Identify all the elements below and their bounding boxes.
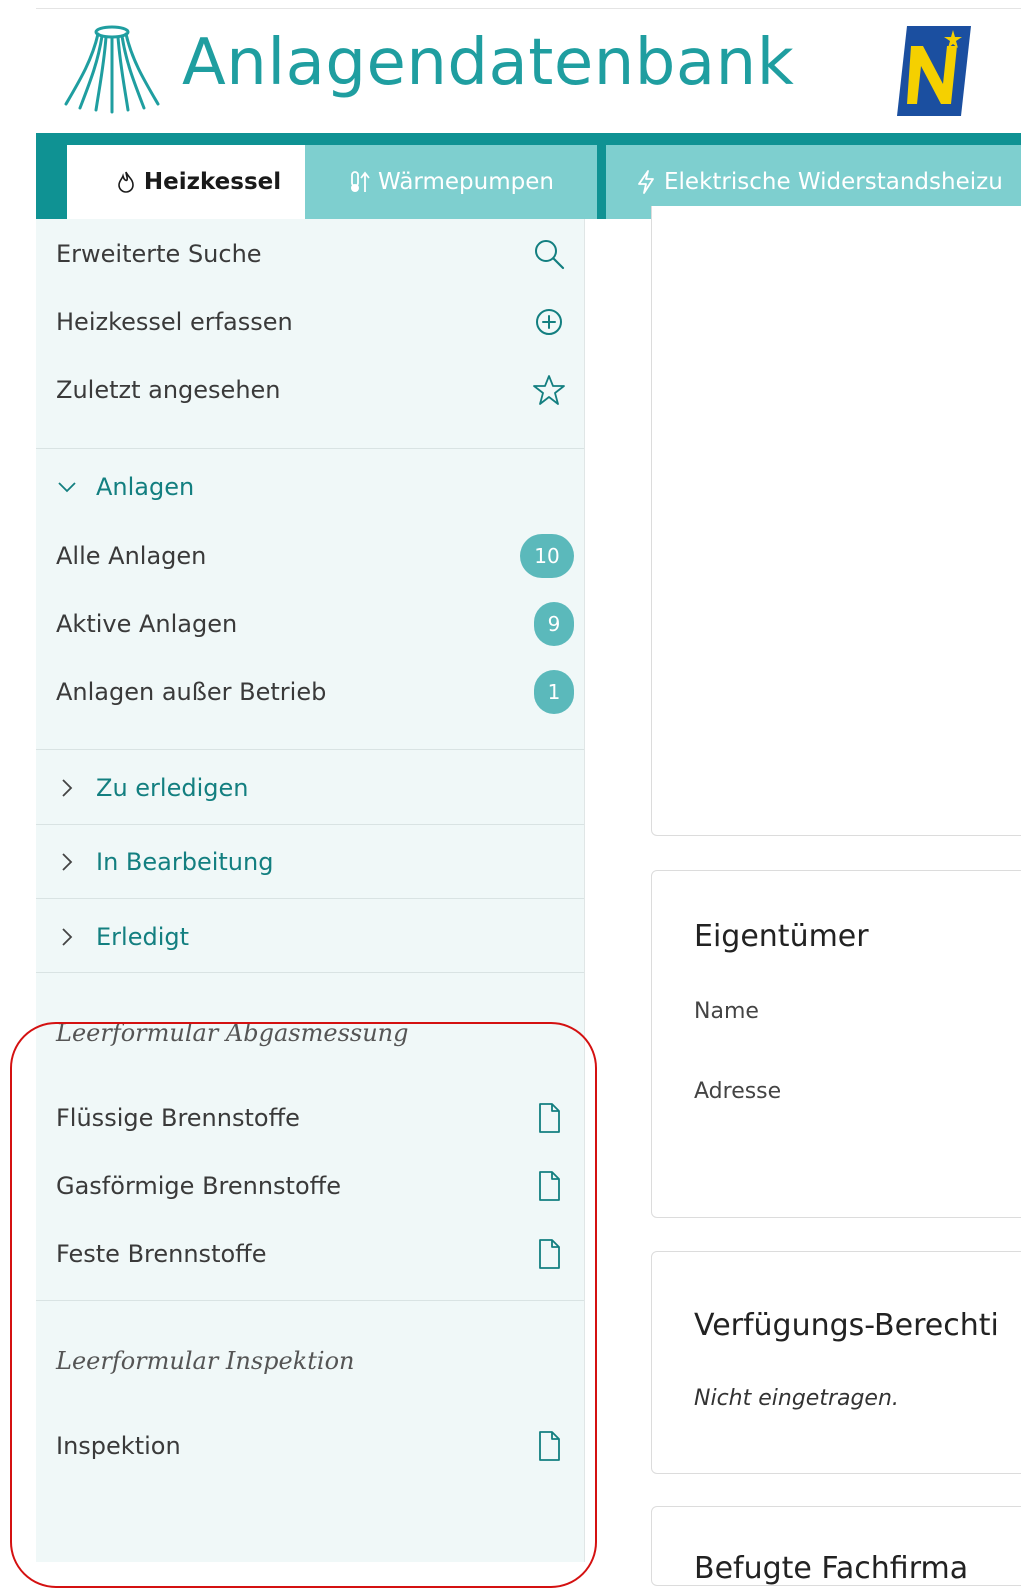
- tab-heizkessel-label: Heizkessel: [143, 169, 282, 195]
- sidebar-divider: [36, 448, 584, 449]
- sidebar-item-gasfoermige-brennstoffe[interactable]: Gasförmige Brennstoffe: [36, 1156, 584, 1216]
- tab-heizkessel[interactable]: Heizkessel: [67, 145, 330, 219]
- field-adresse-label: Adresse: [694, 1079, 782, 1104]
- sidebar-item-anlagen-ausser-betrieb[interactable]: Anlagen außer Betrieb 1: [36, 662, 584, 722]
- sidebar-section-erledigt[interactable]: Erledigt: [36, 907, 584, 967]
- sidebar-divider: [36, 749, 584, 750]
- sidebar-item-aktive-anlagen[interactable]: Aktive Anlagen 9: [36, 594, 584, 654]
- abgasmessung-heading: Leerformular Abgasmessung: [56, 1019, 409, 1047]
- state-logo-icon: [897, 26, 971, 116]
- sidebar-item-label: Alle Anlagen: [56, 542, 207, 570]
- inspektion-heading: Leerformular Inspektion: [56, 1347, 355, 1375]
- sidebar-item-heizkessel-erfassen[interactable]: Heizkessel erfassen: [36, 292, 584, 352]
- tab-waermepumpen[interactable]: Wärmepumpen: [305, 145, 597, 219]
- tab-waermepumpen-label: Wärmepumpen: [378, 169, 554, 195]
- fachfirma-card: Befugte Fachfirma: [651, 1506, 1021, 1586]
- sidebar-item-label: Zuletzt angesehen: [56, 376, 281, 404]
- sidebar-item-erweiterte-suche[interactable]: Erweiterte Suche: [36, 224, 584, 284]
- sidebar-item-zuletzt-angesehen[interactable]: Zuletzt angesehen: [36, 360, 584, 420]
- plus-circle-icon: [536, 309, 562, 335]
- document-icon: [539, 1171, 560, 1201]
- sidebar-item-label: Heizkessel erfassen: [56, 308, 293, 336]
- sidebar-section-label: Anlagen: [96, 473, 195, 501]
- sidebar-section-anlagen[interactable]: Anlagen: [36, 457, 584, 517]
- star-icon: [533, 375, 565, 405]
- sidebar-item-feste-brennstoffe[interactable]: Feste Brennstoffe: [36, 1224, 584, 1284]
- sidebar-item-label: Anlagen außer Betrieb: [56, 678, 327, 706]
- app-title: Anlagendatenbank: [182, 26, 795, 100]
- chevron-right-icon: [62, 779, 73, 797]
- sidebar: Erweiterte Suche Heizkessel erfassen Zul…: [36, 219, 585, 1562]
- document-icon: [539, 1239, 560, 1269]
- fachfirma-title: Befugte Fachfirma: [694, 1551, 969, 1586]
- lightning-icon: [636, 170, 656, 194]
- tab-elektrische-label: Elektrische Widerstandsheizu: [664, 169, 1003, 195]
- sidebar-item-label: Gasförmige Brennstoffe: [56, 1172, 341, 1200]
- sidebar-divider: [36, 972, 584, 973]
- chevron-right-icon: [62, 928, 73, 946]
- sidebar-item-fluessige-brennstoffe[interactable]: Flüssige Brennstoffe: [36, 1088, 584, 1148]
- sidebar-item-label: Inspektion: [56, 1432, 181, 1460]
- top-divider: [36, 8, 1021, 9]
- thermometer-arrow-icon: [348, 170, 370, 194]
- document-icon: [539, 1431, 560, 1461]
- sidebar-section-label: Erledigt: [96, 923, 190, 951]
- chevron-right-icon: [62, 853, 73, 871]
- not-registered-text: Nicht eingetragen.: [694, 1386, 899, 1411]
- count-badge: 1: [534, 670, 574, 714]
- eigentuemer-card: Eigentümer Name Adresse: [651, 870, 1021, 1218]
- sidebar-divider: [36, 898, 584, 899]
- sidebar-section-in-bearbeitung[interactable]: In Bearbeitung: [36, 832, 584, 892]
- details-card: [651, 206, 1021, 836]
- sidebar-item-alle-anlagen[interactable]: Alle Anlagen 10: [36, 526, 584, 586]
- count-badge: 10: [520, 534, 574, 578]
- flame-icon: [116, 171, 136, 193]
- verfuegungsberechtigte-title: Verfügungs-Berechti: [694, 1308, 999, 1343]
- sidebar-item-label: Aktive Anlagen: [56, 610, 238, 638]
- sidebar-section-label: Zu erledigen: [96, 774, 249, 802]
- app-logo-icon: [64, 25, 160, 114]
- sidebar-item-label: Feste Brennstoffe: [56, 1240, 267, 1268]
- sidebar-divider: [36, 824, 584, 825]
- field-name-label: Name: [694, 999, 759, 1024]
- app-brand[interactable]: Anlagendatenbank: [62, 20, 794, 120]
- count-badge: 9: [534, 602, 574, 646]
- sidebar-section-label: In Bearbeitung: [96, 848, 274, 876]
- eigentuemer-title: Eigentümer: [694, 919, 869, 954]
- document-icon: [539, 1103, 560, 1133]
- chevron-down-icon: [58, 482, 76, 493]
- sidebar-item-label: Erweiterte Suche: [56, 240, 262, 268]
- sidebar-divider: [36, 1300, 584, 1301]
- sidebar-section-zu-erledigen[interactable]: Zu erledigen: [36, 758, 584, 818]
- search-icon: [535, 240, 565, 270]
- sidebar-item-label: Flüssige Brennstoffe: [56, 1104, 300, 1132]
- sidebar-item-inspektion[interactable]: Inspektion: [36, 1416, 584, 1476]
- verfuegungsberechtigte-card: Verfügungs-Berechti Nicht eingetragen.: [651, 1251, 1021, 1474]
